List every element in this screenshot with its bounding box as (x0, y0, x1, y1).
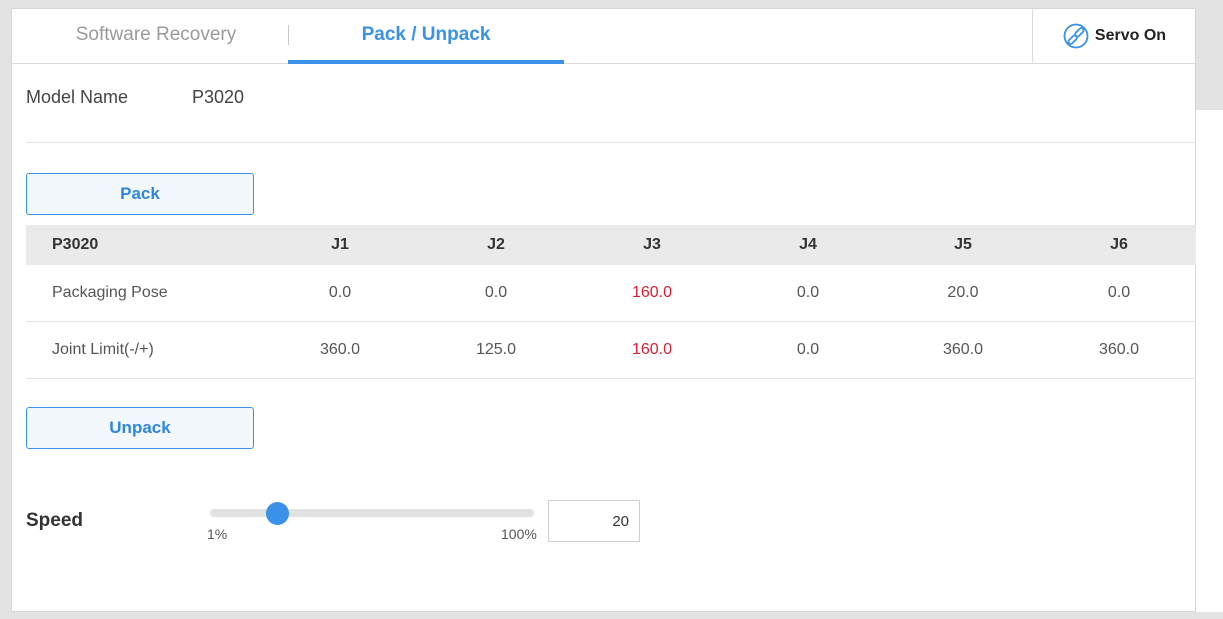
section-divider (26, 142, 1196, 143)
table-cell: 0.0 (484, 284, 508, 301)
table-cell: 160.0 (631, 341, 673, 358)
servo-on-label: Servo On (1094, 27, 1167, 44)
table-cell: 0.0 (796, 284, 820, 301)
tab-pack-unpack[interactable]: Pack / Unpack (288, 9, 564, 64)
joint-table: P3020 J1 J2 J3 J4 J5 J6 Packaging Pose 0… (26, 225, 1196, 379)
pack-button[interactable]: Pack (26, 173, 254, 215)
speed-slider-thumb[interactable] (266, 502, 289, 525)
table-cell: 20.0 (947, 284, 979, 301)
model-name-value: P3020 (192, 87, 245, 107)
model-name-label: Model Name (26, 87, 129, 107)
pack-unpack-panel: Software Recovery Pack / Unpack Servo On… (11, 8, 1196, 612)
row-label: Joint Limit(-/+) (52, 341, 154, 358)
table-header-j4: J4 (799, 236, 817, 253)
speed-slider-track[interactable] (210, 509, 534, 517)
tab-bar: Software Recovery Pack / Unpack Servo On (12, 9, 1195, 64)
unpack-button[interactable]: Unpack (26, 407, 254, 449)
table-row-packaging-pose: Packaging Pose 0.0 0.0 160.0 0.0 20.0 0.… (26, 265, 1196, 322)
table-cell: 0.0 (796, 341, 820, 358)
servo-link-icon (1063, 23, 1089, 49)
table-cell: 0.0 (328, 284, 352, 301)
servo-on-button[interactable]: Servo On (1032, 9, 1196, 63)
table-header-j6: J6 (1110, 236, 1128, 253)
table-header-j5: J5 (954, 236, 972, 253)
speed-label: Speed (26, 510, 84, 531)
table-cell: 360.0 (1098, 341, 1140, 358)
table-cell: 0.0 (1107, 284, 1131, 301)
table-header-j2: J2 (487, 236, 505, 253)
table-cell: 360.0 (319, 341, 361, 358)
table-cell: 125.0 (475, 341, 517, 358)
table-cell: 160.0 (631, 284, 673, 301)
table-header-j1: J1 (331, 236, 349, 253)
table-header-model: P3020 (52, 236, 99, 253)
speed-input[interactable] (548, 500, 640, 542)
table-row-joint-limit: Joint Limit(-/+) 360.0 125.0 160.0 0.0 3… (26, 322, 1196, 379)
table-header-j3: J3 (643, 236, 661, 253)
background-fill (1196, 110, 1223, 619)
bottom-strip (0, 612, 1223, 619)
tab-software-recovery[interactable]: Software Recovery (24, 9, 288, 63)
table-cell: 360.0 (942, 341, 984, 358)
table-header-row: P3020 J1 J2 J3 J4 J5 J6 (26, 225, 1196, 265)
row-label: Packaging Pose (52, 284, 168, 301)
speed-min-label: 1% (207, 526, 228, 542)
speed-max-label: 100% (501, 526, 537, 542)
